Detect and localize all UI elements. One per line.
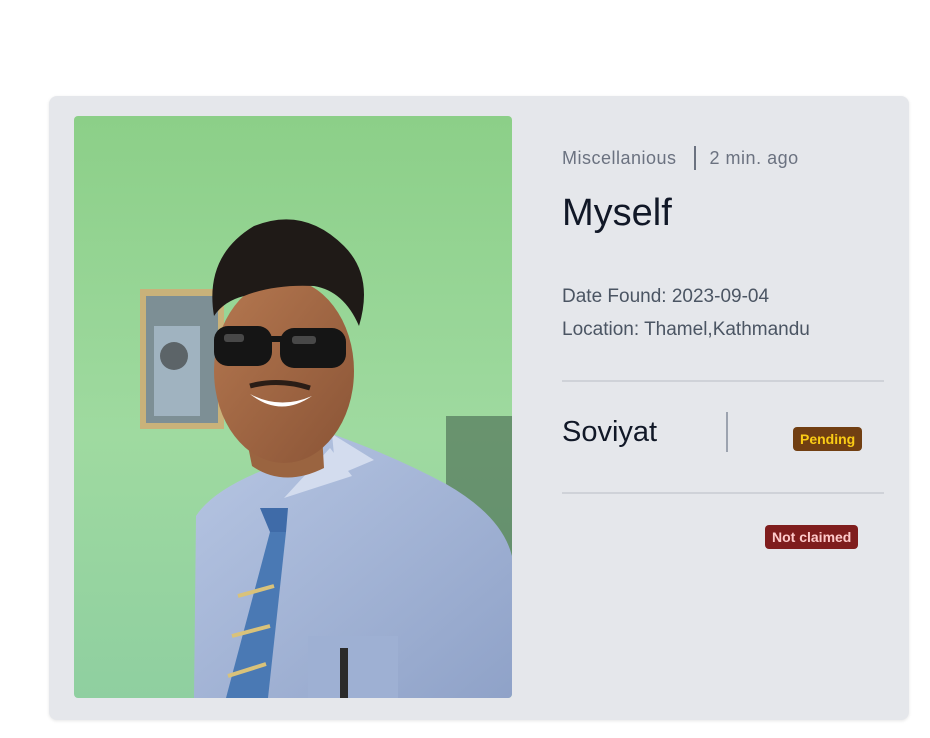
category-label[interactable]: Miscellanious	[562, 148, 677, 169]
lost-item-card[interactable]: Miscellanious 2 min. ago Myself Date Fou…	[49, 96, 909, 720]
date-found-row: Date Found: 2023-09-04	[562, 280, 810, 313]
location-label: Location:	[562, 319, 640, 340]
owner-divider	[726, 412, 728, 452]
item-title[interactable]: Myself	[562, 192, 672, 235]
owner-name[interactable]: Soviyat	[562, 416, 657, 449]
location-row: Location: Thamel,Kathmandu	[562, 313, 810, 346]
date-found-value: 2023-09-04	[671, 286, 770, 307]
status-badge-pending: Pending	[793, 427, 863, 451]
item-details: Date Found: 2023-09-04 Location: Thamel,…	[562, 280, 810, 346]
claim-status-badge: Not claimed	[765, 525, 859, 549]
divider-top	[562, 380, 884, 382]
item-photo	[74, 116, 512, 698]
posted-time: 2 min. ago	[709, 147, 799, 168]
divider-bottom	[562, 492, 884, 494]
item-meta: Miscellanious 2 min. ago	[562, 146, 799, 170]
meta-divider	[693, 146, 696, 170]
date-found-label: Date Found:	[562, 286, 667, 307]
location-value: Thamel,Kathmandu	[644, 319, 810, 340]
